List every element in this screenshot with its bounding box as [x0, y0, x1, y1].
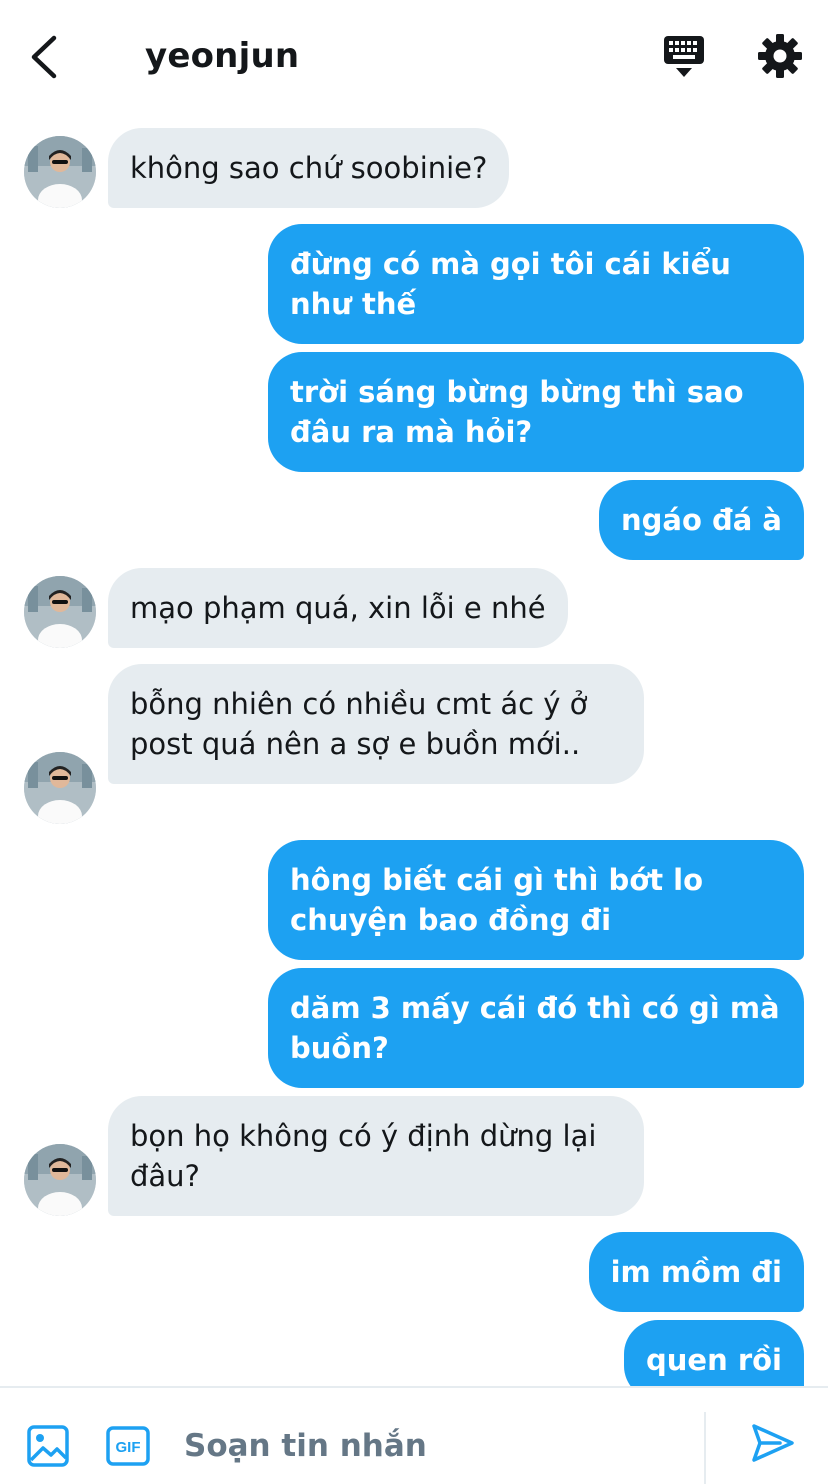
outgoing-message[interactable]: ngáo đá à: [599, 480, 804, 560]
keyboard-icon: [664, 36, 704, 77]
message-composer: GIF: [0, 1386, 828, 1484]
send-button[interactable]: [750, 1420, 796, 1466]
keyboard-button[interactable]: [660, 34, 708, 80]
add-gif-button[interactable]: GIF: [106, 1426, 150, 1466]
image-icon: [27, 1425, 69, 1467]
avatar[interactable]: [24, 752, 96, 824]
avatar-photo: [24, 1144, 96, 1216]
composer-divider: [704, 1412, 706, 1484]
avatar-photo: [24, 576, 96, 648]
gear-icon: [758, 34, 802, 78]
incoming-message[interactable]: không sao chứ soobinie?: [108, 128, 510, 208]
avatar[interactable]: [24, 136, 96, 208]
outgoing-message[interactable]: quen rồi: [624, 1320, 804, 1386]
gif-icon: GIF: [106, 1426, 150, 1466]
incoming-message[interactable]: bỗng nhiên có nhiều cmt ác ý ở post quá …: [108, 664, 644, 784]
conversation-header: yeonjun: [0, 0, 828, 112]
message-list[interactable]: không sao chứ soobinie? đừng có mà gọi t…: [0, 112, 828, 1386]
outgoing-message[interactable]: dăm 3 mấy cái đó thì có gì mà buồn?: [268, 968, 804, 1088]
avatar-photo: [24, 752, 96, 824]
incoming-message[interactable]: bọn họ không có ý định dừng lại đâu?: [108, 1096, 644, 1216]
add-image-button[interactable]: [26, 1424, 70, 1468]
avatar-photo: [24, 136, 96, 208]
outgoing-message[interactable]: đừng có mà gọi tôi cái kiểu như thế: [268, 224, 804, 344]
send-icon: [752, 1424, 794, 1462]
message-input[interactable]: [184, 1418, 684, 1474]
chevron-left-icon: [31, 35, 57, 79]
settings-button[interactable]: [756, 32, 804, 80]
outgoing-message[interactable]: trời sáng bừng bừng thì sao đâu ra mà hỏ…: [268, 352, 804, 472]
incoming-message[interactable]: mạo phạm quá, xin lỗi e nhé: [108, 568, 568, 648]
gif-label: GIF: [116, 1439, 141, 1456]
avatar[interactable]: [24, 1144, 96, 1216]
back-button[interactable]: [26, 34, 66, 80]
outgoing-message[interactable]: im mồm đi: [588, 1232, 804, 1312]
avatar[interactable]: [24, 576, 96, 648]
outgoing-message[interactable]: hông biết cái gì thì bớt lo chuyện bao đ…: [268, 840, 804, 960]
conversation-title[interactable]: yeonjun: [145, 36, 299, 76]
dm-conversation-screen: yeonjun không sao chứ soobinie? đừng có …: [0, 0, 828, 1484]
